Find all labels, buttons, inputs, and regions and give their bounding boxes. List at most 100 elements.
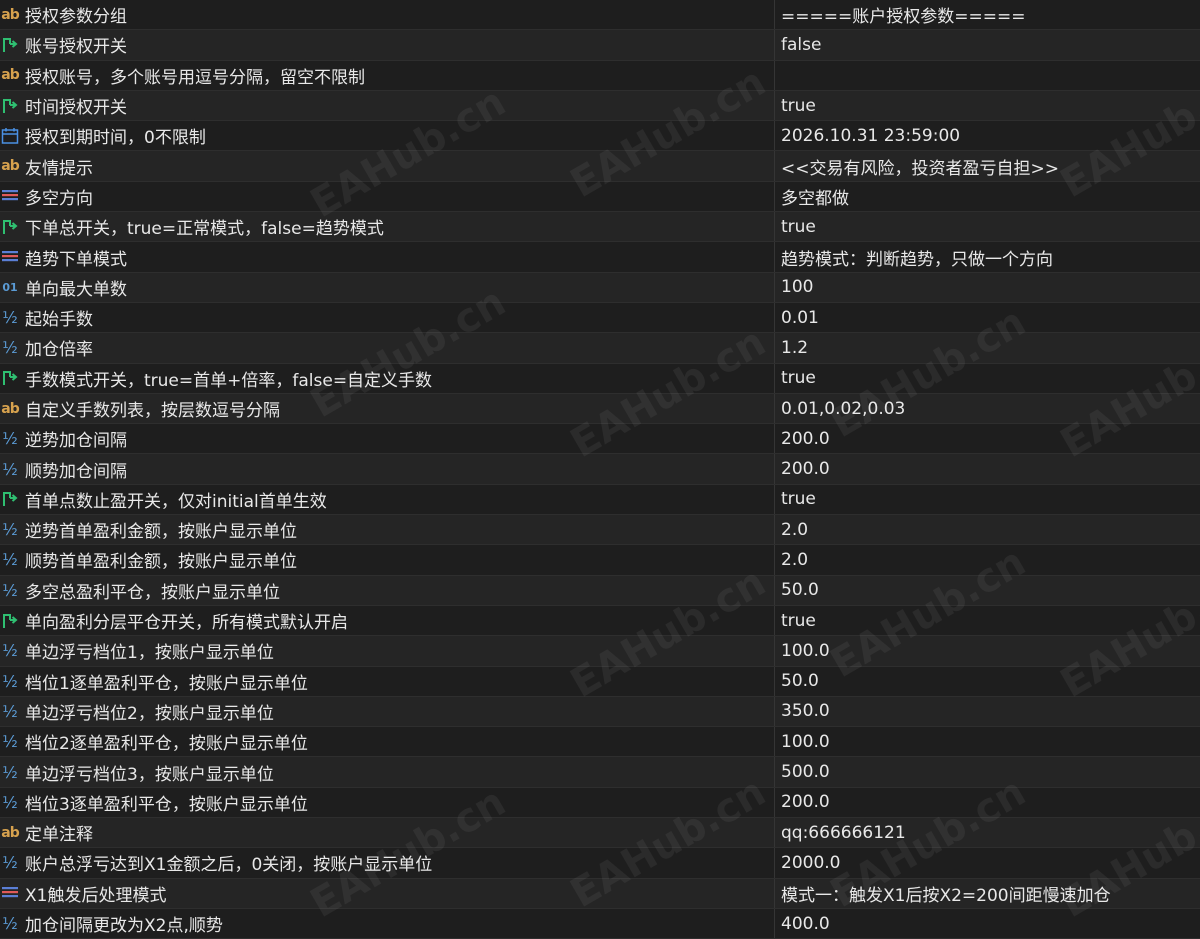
column-divider — [774, 181, 775, 212]
parameter-label: 顺势首单盈利金额，按账户显示单位 — [25, 552, 297, 573]
text-icon: ab — [1, 824, 19, 841]
parameter-row[interactable]: ½ 账户总浮亏达到X1金额之后，0关闭，按账户显示单位 2000.0 — [0, 848, 1200, 879]
double-icon: ½ — [2, 762, 18, 782]
parameter-value[interactable]: 模式一：触发X1后按X2=200间距慢速加仓 — [781, 879, 1200, 908]
parameter-row[interactable]: ½ 加仓倍率 1.2 — [0, 333, 1200, 364]
parameter-value[interactable]: true — [781, 606, 1200, 635]
parameter-label: 授权到期时间，0不限制 — [25, 128, 206, 149]
parameter-name-cell: ab 友情提示 — [0, 151, 774, 180]
parameter-row[interactable]: ½ 单边浮亏档位1，按账户显示单位 100.0 — [0, 636, 1200, 667]
parameter-value[interactable]: true — [781, 91, 1200, 120]
parameter-row[interactable]: ab 授权账号，多个账号用逗号分隔，留空不限制 — [0, 60, 1200, 91]
parameter-name-cell: 授权到期时间，0不限制 — [0, 121, 774, 150]
parameter-value[interactable]: 350.0 — [781, 697, 1200, 726]
parameter-row[interactable]: 01 单向最大单数 100 — [0, 272, 1200, 303]
parameter-row[interactable]: ½ 逆势加仓间隔 200.0 — [0, 424, 1200, 455]
parameter-row[interactable]: 时间授权开关 true — [0, 90, 1200, 122]
parameter-row[interactable]: ½ 顺势加仓间隔 200.0 — [0, 454, 1200, 485]
column-divider — [774, 515, 775, 545]
parameter-value[interactable]: <<交易有风险，投资者盈亏自担>> — [781, 151, 1200, 180]
column-divider — [774, 30, 775, 60]
parameter-value[interactable]: 200.0 — [781, 788, 1200, 817]
toggle-icon — [0, 489, 20, 509]
parameter-value[interactable]: 1.2 — [781, 333, 1200, 362]
parameter-value[interactable]: 多空都做 — [781, 182, 1200, 211]
text-icon: ab — [1, 158, 19, 175]
parameter-value[interactable]: 0.01 — [781, 303, 1200, 332]
parameter-value[interactable]: false — [781, 30, 1200, 59]
parameter-row[interactable]: ab 定单注释 qq:666666121 — [0, 818, 1200, 849]
parameter-row[interactable]: ½ 顺势首单盈利金额，按账户显示单位 2.0 — [0, 545, 1200, 576]
column-divider — [774, 484, 775, 515]
text-icon: ab — [1, 6, 19, 23]
parameter-value[interactable]: 500.0 — [781, 757, 1200, 786]
double-icon: ½ — [2, 550, 18, 570]
parameter-name-cell: ½ 起始手数 — [0, 303, 774, 332]
enum-icon — [0, 883, 20, 903]
parameter-row[interactable]: 下单总开关，true=正常模式，false=趋势模式 true — [0, 212, 1200, 243]
parameter-row[interactable]: ½ 档位1逐单盈利平仓，按账户显示单位 50.0 — [0, 666, 1200, 697]
column-divider — [774, 272, 775, 302]
parameter-label: 首单点数止盈开关，仅对initial首单生效 — [25, 491, 327, 512]
parameter-value[interactable]: 0.01,0.02,0.03 — [781, 394, 1200, 423]
parameter-row[interactable]: 账号授权开关 false — [0, 30, 1200, 61]
parameter-label: 定单注释 — [25, 825, 93, 846]
parameter-name-cell: ab 自定义手数列表，按层数逗号分隔 — [0, 394, 774, 423]
parameter-value[interactable]: true — [781, 364, 1200, 393]
parameter-row[interactable]: X1触发后处理模式 模式一：触发X1后按X2=200间距慢速加仓 — [0, 878, 1200, 909]
double-icon: ½ — [2, 580, 18, 600]
column-divider — [774, 212, 775, 242]
parameter-value[interactable]: 50.0 — [781, 667, 1200, 696]
parameter-row[interactable]: ab 自定义手数列表，按层数逗号分隔 0.01,0.02,0.03 — [0, 393, 1200, 425]
parameter-value[interactable]: 2.0 — [781, 545, 1200, 574]
double-icon: ½ — [2, 308, 18, 328]
parameter-value[interactable]: qq:666666121 — [781, 818, 1200, 847]
parameter-row[interactable]: 多空方向 多空都做 — [0, 181, 1200, 213]
parameter-value[interactable]: 趋势模式：判断趋势，只做一个方向 — [781, 242, 1200, 271]
column-divider — [774, 333, 775, 363]
parameter-name-cell: ½ 单边浮亏档位1，按账户显示单位 — [0, 636, 774, 665]
parameter-value[interactable]: true — [781, 485, 1200, 514]
parameter-row[interactable]: ½ 档位3逐单盈利平仓，按账户显示单位 200.0 — [0, 787, 1200, 819]
parameter-value[interactable]: 200.0 — [781, 454, 1200, 483]
double-icon: ½ — [2, 853, 18, 873]
parameter-value[interactable]: 100.0 — [781, 636, 1200, 665]
parameter-name-cell: 账号授权开关 — [0, 30, 774, 59]
column-divider — [774, 757, 775, 787]
parameter-row[interactable]: 手数模式开关，true=首单+倍率，false=自定义手数 true — [0, 363, 1200, 394]
parameter-label: 加仓倍率 — [25, 340, 93, 361]
text-icon: ab — [1, 400, 19, 417]
parameter-value[interactable]: 2026.10.31 23:59:00 — [781, 121, 1200, 150]
parameter-row[interactable]: ½ 单边浮亏档位2，按账户显示单位 350.0 — [0, 696, 1200, 728]
column-divider — [774, 666, 775, 696]
parameter-row[interactable]: 趋势下单模式 趋势模式：判断趋势，只做一个方向 — [0, 242, 1200, 273]
parameter-row[interactable]: ½ 档位2逐单盈利平仓，按账户显示单位 100.0 — [0, 727, 1200, 758]
parameter-value[interactable]: 2.0 — [781, 515, 1200, 544]
parameter-row[interactable]: ½ 起始手数 0.01 — [0, 302, 1200, 334]
parameter-label: 起始手数 — [25, 310, 93, 331]
parameter-value[interactable]: 100 — [781, 273, 1200, 302]
toggle-icon — [0, 217, 20, 237]
parameter-value[interactable]: 200.0 — [781, 424, 1200, 453]
enum-icon — [0, 247, 20, 267]
parameter-row[interactable]: ½ 多空总盈利平仓，按账户显示单位 50.0 — [0, 575, 1200, 606]
parameter-value[interactable]: =====账户授权参数===== — [781, 0, 1200, 29]
parameter-row[interactable]: ab 友情提示 <<交易有风险，投资者盈亏自担>> — [0, 151, 1200, 182]
parameter-label: 多空总盈利平仓，按账户显示单位 — [25, 582, 280, 603]
parameter-value[interactable]: 2000.0 — [781, 848, 1200, 877]
parameter-value[interactable]: 50.0 — [781, 576, 1200, 605]
parameter-row[interactable]: 单向盈利分层平仓开关，所有模式默认开启 true — [0, 605, 1200, 637]
parameter-name-cell: 首单点数止盈开关，仅对initial首单生效 — [0, 485, 774, 514]
parameter-name-cell: 手数模式开关，true=首单+倍率，false=自定义手数 — [0, 364, 774, 393]
parameter-value[interactable]: 100.0 — [781, 727, 1200, 756]
parameter-value[interactable]: true — [781, 212, 1200, 241]
parameter-label: 下单总开关，true=正常模式，false=趋势模式 — [25, 219, 384, 240]
parameter-row[interactable]: ½ 单边浮亏档位3，按账户显示单位 500.0 — [0, 757, 1200, 788]
parameter-value[interactable] — [781, 61, 1200, 90]
parameter-row[interactable]: ab 授权参数分组 =====账户授权参数===== — [0, 0, 1200, 31]
parameter-label: 单边浮亏档位2，按账户显示单位 — [25, 703, 274, 724]
parameter-row[interactable]: ½ 逆势首单盈利金额，按账户显示单位 2.0 — [0, 515, 1200, 546]
parameter-label: X1触发后处理模式 — [25, 885, 167, 906]
parameter-row[interactable]: 授权到期时间，0不限制 2026.10.31 23:59:00 — [0, 121, 1200, 152]
parameter-row[interactable]: 首单点数止盈开关，仅对initial首单生效 true — [0, 484, 1200, 516]
